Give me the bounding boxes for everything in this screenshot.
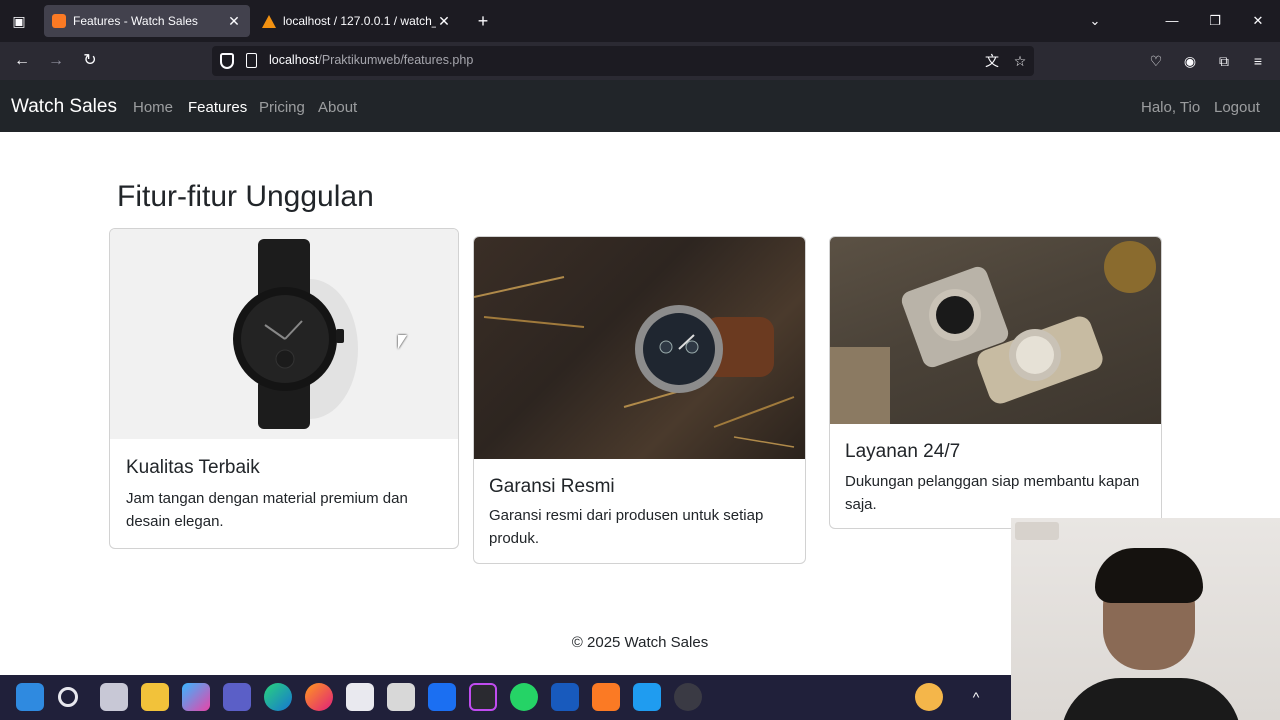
tab-phpmyadmin[interactable]: localhost / 127.0.0.1 / watch_sal ✕ [254,5,460,37]
teams-icon[interactable] [223,683,251,711]
tab-features[interactable]: Features - Watch Sales ✕ [44,5,250,37]
feature-card: Garansi Resmi Garansi resmi dari produse… [473,236,806,564]
close-window-icon[interactable]: ✕ [1247,10,1269,32]
user-greeting: Halo, Tio [1141,99,1201,116]
windows-start-icon[interactable] [16,683,44,711]
card-title: Kualitas Terbaik [126,457,260,478]
obs-icon[interactable] [674,683,702,711]
feature-card: Kualitas Terbaik Jam tangan dengan mater… [109,228,459,549]
wall-socket [1015,522,1059,540]
vscode-icon[interactable] [633,683,661,711]
restore-icon[interactable]: ❐ [1204,10,1226,32]
webcam-overlay [1011,518,1280,720]
feature-card: Layanan 24/7 Dukungan pelanggan siap mem… [829,236,1162,529]
url-bar[interactable]: localhost/Praktikumweb/features.php 文 ☆ [212,46,1034,76]
url-text[interactable]: localhost/Praktikumweb/features.php [269,53,473,67]
close-icon[interactable]: ✕ [226,13,242,30]
chevron-down-icon[interactable]: ⌄ [1084,10,1106,32]
tab-title: Features - Watch Sales [73,14,198,28]
minimize-icon[interactable]: — [1161,10,1183,32]
watch-image [110,229,458,439]
browser-toolbar: ← → ↻ localhost/Praktikumweb/features.ph… [0,42,1280,80]
pocket-icon[interactable]: ♡ [1145,50,1167,72]
xampp-icon [52,14,66,28]
copilot-icon[interactable] [182,683,210,711]
task-view-icon[interactable] [100,683,128,711]
card-title: Layanan 24/7 [845,441,961,462]
person-shirt [1061,678,1241,720]
watch-image [474,276,795,448]
card-text: Dukungan pelanggan siap membantu kapan s… [845,473,1140,513]
card-image [474,237,805,459]
url-path: /Praktikumweb/features.php [318,53,474,67]
phpmyadmin-icon [262,14,276,28]
store-icon[interactable] [346,683,374,711]
page-title: Fitur-fitur Unggulan [117,180,374,213]
bookmark-star-icon[interactable]: ☆ [1010,51,1030,71]
nav-features[interactable]: Features [188,99,247,116]
firefox-icon[interactable] [305,683,333,711]
new-tab-icon[interactable]: + [472,10,494,32]
dropbox-icon[interactable] [428,683,456,711]
site-navbar: Watch Sales Home Features Pricing About … [0,80,1280,132]
tab-list-icon[interactable]: ▣ [8,10,30,32]
card-text: Jam tangan dengan material premium dan d… [126,490,408,530]
nav-home[interactable]: Home [133,99,173,116]
person-hair [1095,548,1203,603]
logout-link[interactable]: Logout [1214,99,1260,116]
card-title: Garansi Resmi [489,476,615,497]
chevron-up-icon[interactable]: ^ [962,683,990,711]
back-arrow-icon[interactable]: ← [10,50,34,72]
davinci-icon[interactable] [469,683,497,711]
file-explorer-icon[interactable] [141,683,169,711]
menu-icon[interactable]: ≡ [1247,50,1269,72]
browser-tab-strip: ▣ Features - Watch Sales ✕ localhost / 1… [0,0,1280,42]
card-image [830,237,1161,424]
account-icon[interactable]: ◉ [1179,50,1201,72]
forward-arrow-icon[interactable]: → [44,50,68,72]
amazon-icon[interactable] [387,683,415,711]
card-text: Garansi resmi dari produsen untuk setiap… [489,507,764,547]
close-icon[interactable]: ✕ [436,13,452,30]
search-icon[interactable] [58,687,78,707]
mouse-cursor-icon [398,335,407,349]
weather-icon[interactable] [915,683,943,711]
nav-pricing[interactable]: Pricing [259,99,305,116]
edge-icon[interactable] [264,683,292,711]
url-host: localhost [269,53,319,67]
shield-icon[interactable] [220,53,234,69]
extensions-icon[interactable]: ⧉ [1213,50,1235,72]
tab-title: localhost / 127.0.0.1 / watch_sal [283,14,436,28]
site-brand[interactable]: Watch Sales [11,96,117,118]
reload-icon[interactable]: ↻ [78,50,102,72]
word-icon[interactable] [551,683,579,711]
watch-image [830,241,1156,424]
card-image [110,229,458,439]
xampp-icon[interactable] [592,683,620,711]
translate-icon[interactable]: 文 [982,51,1002,71]
page-info-icon[interactable] [246,53,257,68]
nav-about[interactable]: About [318,99,357,116]
whatsapp-icon[interactable] [510,683,538,711]
